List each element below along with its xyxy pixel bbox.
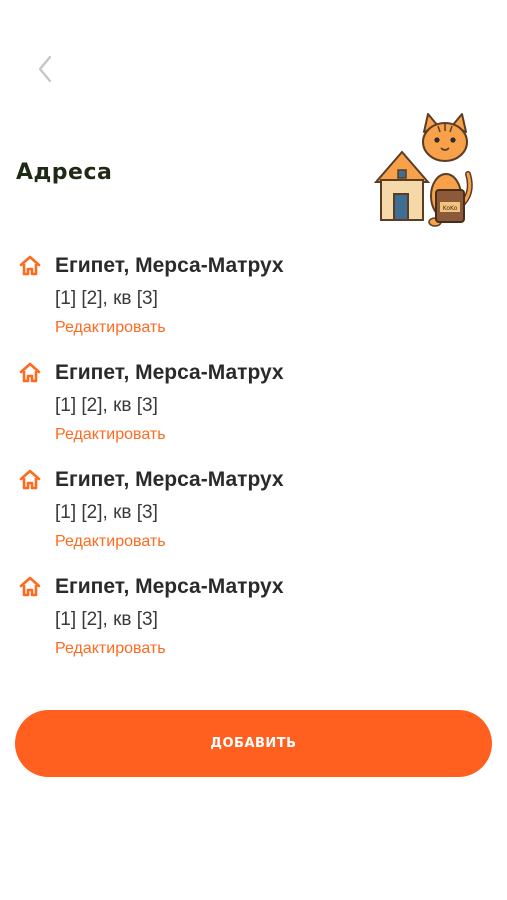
address-title: Египет, Мерса-Матрух xyxy=(55,254,284,277)
address-detail: [1] [2], кв [3] xyxy=(55,502,158,523)
address-detail: [1] [2], кв [3] xyxy=(55,395,158,416)
home-icon xyxy=(19,362,41,383)
page-title: Адреса xyxy=(16,160,113,185)
address-detail: [1] [2], кв [3] xyxy=(55,288,158,309)
back-button[interactable] xyxy=(28,52,62,86)
address-item: Египет, Мерса-Матрух [1] [2], кв [3] Ред… xyxy=(0,464,507,571)
home-icon xyxy=(19,576,41,597)
bag-label: KoKo xyxy=(443,205,458,212)
address-title: Египет, Мерса-Матрух xyxy=(55,361,284,384)
address-detail: [1] [2], кв [3] xyxy=(55,609,158,630)
home-icon xyxy=(19,255,41,276)
edit-address-link[interactable]: Редактировать xyxy=(55,319,166,337)
home-icon xyxy=(19,469,41,490)
cat-with-house-illustration: KoKo xyxy=(373,113,473,227)
add-address-button[interactable]: ДОБАВИТЬ xyxy=(15,710,492,777)
edit-address-link[interactable]: Редактировать xyxy=(55,426,166,444)
address-title: Египет, Мерса-Матрух xyxy=(55,575,284,598)
address-item: Египет, Мерса-Матрух [1] [2], кв [3] Ред… xyxy=(0,571,507,678)
address-item: Египет, Мерса-Матрух [1] [2], кв [3] Ред… xyxy=(0,250,507,357)
edit-address-link[interactable]: Редактировать xyxy=(55,533,166,551)
address-list: Египет, Мерса-Матрух [1] [2], кв [3] Ред… xyxy=(0,250,507,678)
address-item: Египет, Мерса-Матрух [1] [2], кв [3] Ред… xyxy=(0,357,507,464)
edit-address-link[interactable]: Редактировать xyxy=(55,640,166,658)
address-title: Египет, Мерса-Матрух xyxy=(55,468,284,491)
chevron-left-icon xyxy=(38,55,52,83)
